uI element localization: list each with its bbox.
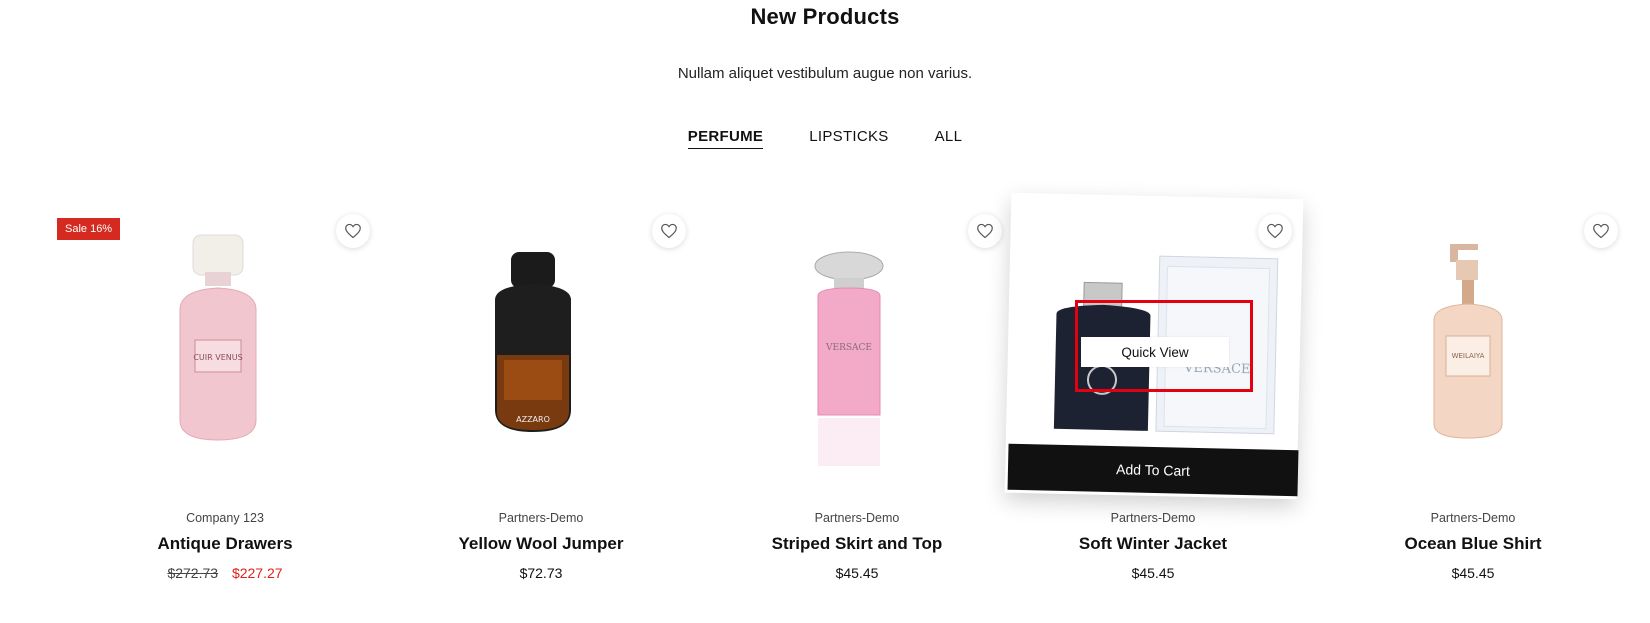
tab-all[interactable]: ALL [935, 128, 963, 149]
product-card[interactable]: AZZARO Partners-Demo Yellow Wool Jumper … [396, 200, 686, 590]
product-image[interactable]: VERSACE [712, 200, 1002, 480]
price-sale: $227.27 [231, 565, 283, 581]
product-name[interactable]: Ocean Blue Shirt [1328, 534, 1618, 554]
product-name[interactable]: Striped Skirt and Top [712, 534, 1002, 554]
price-old: $272.73 [167, 565, 219, 581]
bottle-label: VERSACE [825, 343, 872, 353]
product-card[interactable]: CUIR VENUS Sale 16% Company 123 Antique … [57, 200, 370, 590]
add-to-cart-button[interactable]: Add To Cart [1007, 443, 1299, 497]
tab-lipsticks[interactable]: LIPSTICKS [809, 128, 888, 149]
wishlist-button[interactable] [1258, 214, 1292, 248]
heart-icon [345, 223, 361, 239]
product-card[interactable]: VERSACE Partners-Demo Striped Skirt and … [712, 200, 1002, 590]
product-price: $272.73 $227.27 [80, 565, 370, 581]
quick-view-button[interactable]: Quick View [1081, 337, 1229, 367]
bottle-label: AZZARO [516, 415, 550, 424]
heart-icon [1593, 223, 1609, 239]
product-image[interactable]: WEILAIYA [1328, 200, 1618, 480]
section-subtitle: Nullam aliquet vestibulum augue non vari… [677, 65, 973, 82]
wishlist-button[interactable] [652, 214, 686, 248]
wishlist-button[interactable] [336, 214, 370, 248]
bottle-label: CUIR VENUS [193, 353, 242, 362]
product-brand: Partners-Demo [1430, 511, 1516, 525]
product-brand: Partners-Demo [498, 511, 584, 525]
section-title: New Products [750, 4, 900, 29]
product-image[interactable]: AZZARO [396, 200, 686, 480]
heart-icon [661, 223, 677, 239]
product-price: $72.73 [519, 565, 563, 581]
category-tabs: PERFUME LIPSTICKS ALL [0, 128, 1650, 149]
product-price: $45.45 [1131, 565, 1175, 581]
wishlist-button[interactable] [1584, 214, 1618, 248]
product-price: $45.45 [835, 565, 879, 581]
sale-badge: Sale 16% [57, 218, 121, 240]
product-brand: Company 123 [186, 511, 264, 525]
product-name[interactable]: Soft Winter Jacket [1008, 534, 1298, 554]
product-name[interactable]: Yellow Wool Jumper [396, 534, 686, 554]
heart-icon [1267, 223, 1283, 239]
bottle-label: WEILAIYA [1452, 352, 1485, 360]
product-brand: Partners-Demo [814, 511, 900, 525]
product-image[interactable]: CUIR VENUS Sale 16% [57, 200, 370, 480]
tab-perfume[interactable]: PERFUME [687, 128, 764, 149]
heart-icon [977, 223, 993, 239]
wishlist-button[interactable] [968, 214, 1002, 248]
product-card[interactable]: WEILAIYA Partners-Demo Ocean Blue Shirt … [1328, 200, 1618, 590]
product-name[interactable]: Antique Drawers [80, 534, 370, 554]
product-price: $45.45 [1451, 565, 1495, 581]
product-brand: Partners-Demo [1110, 511, 1196, 525]
